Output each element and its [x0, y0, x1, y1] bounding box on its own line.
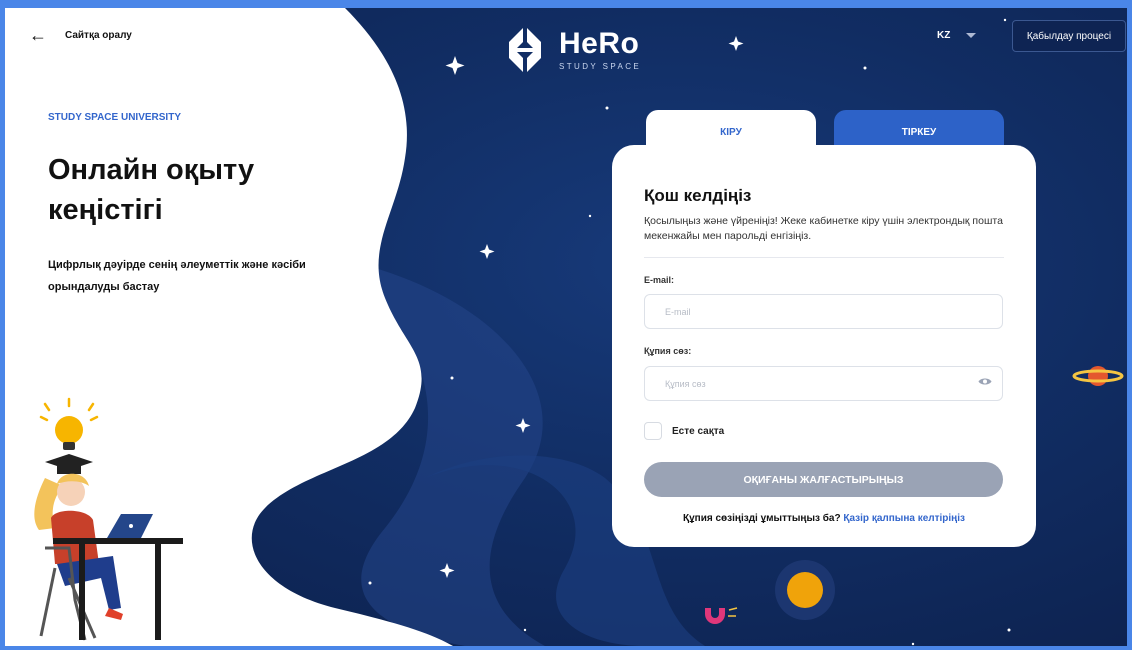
login-description: Қосылыңыз және үйреніңіз! Жеке кабинетке…: [644, 215, 1003, 242]
forgot-password-text: Құпия сөзіңізді ұмыттыңыз ба?: [683, 513, 841, 524]
login-card: Қош келдіңіз Қосылыңыз және үйреніңіз! Ж…: [612, 145, 1036, 547]
remember-checkbox[interactable]: [644, 422, 662, 440]
password-label: Құпия сөз:: [644, 346, 692, 356]
email-input[interactable]: [644, 294, 1003, 329]
hero-subtitle: Цифрлық дәуірде сенің әлеуметтік және кә…: [48, 259, 306, 293]
password-input[interactable]: [644, 366, 1003, 401]
divider: [644, 257, 1004, 258]
hero-title: Онлайн оқыту кеңістігі: [48, 154, 255, 226]
app-frame: ← Сайтқа оралу HeRo STUDY SPACE KZ Қабыл…: [0, 0, 1132, 650]
remember-label: Есте сақта: [672, 425, 725, 437]
reset-password-link[interactable]: Қазір қалпына келтіріңіз: [843, 513, 965, 524]
hero-logo-icon: [509, 28, 541, 72]
remember-me[interactable]: Есте сақта: [644, 422, 724, 440]
back-to-site-link[interactable]: ← Сайтқа оралу: [29, 26, 132, 44]
language-selector[interactable]: KZ: [937, 30, 977, 41]
admission-process-button[interactable]: Қабылдау процесі: [1012, 20, 1126, 52]
back-arrow-icon: ←: [29, 25, 47, 45]
university-label: STUDY SPACE UNIVERSITY: [48, 112, 181, 123]
email-label: E-mail:: [644, 275, 675, 285]
login-title: Қош келдіңіз: [644, 186, 752, 205]
logo[interactable]: HeRo STUDY SPACE: [499, 24, 641, 76]
back-to-site-label: Сайтқа оралу: [65, 29, 132, 41]
logo-subtitle: STUDY SPACE: [559, 62, 642, 71]
chevron-down-icon: [966, 33, 977, 38]
language-label: KZ: [937, 30, 951, 41]
logo-name: HeRo: [559, 27, 640, 60]
eye-icon[interactable]: [978, 377, 992, 386]
continue-button[interactable]: ОҚИҒАНЫ ЖАЛҒАСТЫРЫҢЫЗ: [644, 462, 1003, 497]
forgot-password-row: Құпия сөзіңізді ұмыттыңыз ба? Қазір қалп…: [612, 513, 1036, 524]
